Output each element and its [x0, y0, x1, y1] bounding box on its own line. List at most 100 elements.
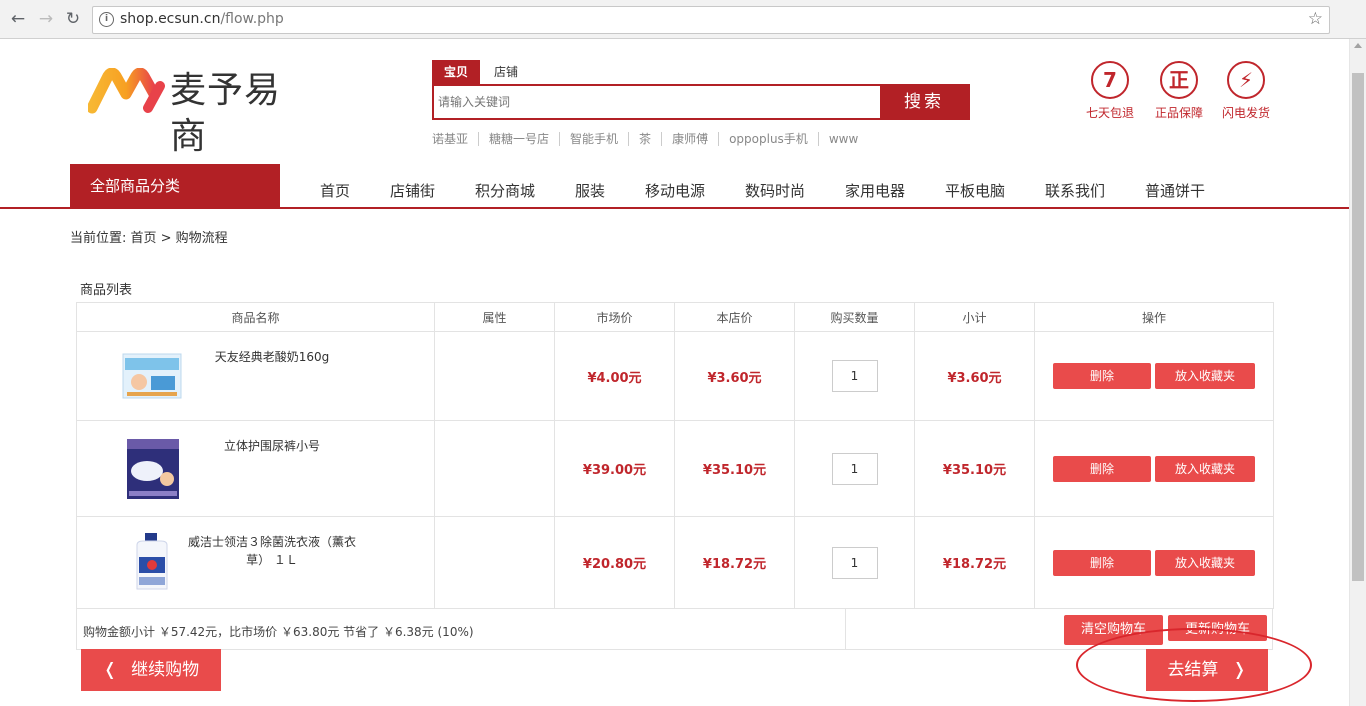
info-icon[interactable]: i [99, 12, 114, 27]
nav-item-contact[interactable]: 联系我们 [1045, 180, 1105, 201]
market-price: ¥4.00元 [554, 331, 675, 421]
breadcrumb: 当前位置: 首页 > 购物流程 [70, 231, 228, 246]
search-box: 搜索 [432, 84, 970, 120]
column-header: 市场价 [554, 302, 675, 332]
column-header: 小计 [914, 302, 1035, 332]
all-categories-button[interactable]: 全部商品分类 [70, 164, 280, 208]
logo-text: 麦予易商 [170, 70, 282, 157]
shop-price: ¥3.60元 [674, 331, 795, 421]
browser-toolbar: ← → ↻ i shop.ecsun.cn/flow.php ☆ [0, 0, 1366, 39]
product-image-yogurt[interactable] [121, 346, 185, 406]
feature-seven-day-return: 7 七天包退 [1080, 61, 1140, 121]
product-name[interactable]: 威洁士领洁３除菌洗衣液（薰衣草） １Ｌ [187, 533, 357, 569]
quantity-input[interactable]: 1 [831, 452, 878, 485]
nav-item-points-mall[interactable]: 积分商城 [475, 180, 535, 201]
address-bar[interactable]: i shop.ecsun.cn/flow.php ☆ [92, 6, 1330, 34]
quantity-cell: 1 [794, 420, 915, 517]
scroll-up-icon[interactable] [1354, 43, 1362, 48]
table-row: 天友经典老酸奶160g ¥4.00元 ¥3.60元 1 ¥3.60元 删除 放入收… [76, 331, 1274, 421]
checkout-button[interactable]: 去结算 ❭ [1146, 649, 1268, 691]
quantity-input[interactable]: 1 [831, 360, 878, 392]
nav-item-digital[interactable]: 数码时尚 [745, 180, 805, 201]
genuine-icon: 正 [1160, 61, 1198, 99]
product-cell: 天友经典老酸奶160g [76, 331, 435, 421]
product-image-detergent[interactable] [121, 531, 185, 591]
seven-day-icon: 7 [1091, 61, 1129, 99]
reload-icon[interactable]: ↻ [63, 9, 83, 29]
nav-item-power-bank[interactable]: 移动电源 [645, 180, 705, 201]
forward-icon[interactable]: → [36, 9, 56, 29]
scrollbar[interactable] [1349, 39, 1366, 706]
cart-table: 商品名称 属性 市场价 本店价 购买数量 小计 操作 天友经典老酸奶160g ¥… [76, 302, 1274, 609]
nav-item-clothing[interactable]: 服装 [575, 180, 605, 201]
url-text[interactable]: shop.ecsun.cn/flow.php [120, 11, 284, 27]
nav-item-appliances[interactable]: 家用电器 [845, 180, 905, 201]
attr-cell [434, 331, 555, 421]
quantity-cell: 1 [794, 331, 915, 421]
hot-keyword[interactable]: 康师傅 [662, 132, 720, 146]
table-row: 威洁士领洁３除菌洗衣液（薰衣草） １Ｌ ¥20.80元 ¥18.72元 1 ¥1… [76, 516, 1274, 609]
nav-item-home[interactable]: 首页 [320, 180, 350, 201]
delete-button[interactable]: 删除 [1053, 455, 1151, 482]
search-button[interactable]: 搜索 [880, 86, 968, 118]
delete-button[interactable]: 删除 [1053, 549, 1151, 576]
table-row: 立体护围尿裤小号 ¥39.00元 ¥35.10元 1 ¥35.10元 删除 放入收… [76, 420, 1274, 517]
column-header: 操作 [1034, 302, 1274, 332]
scroll-thumb[interactable] [1352, 73, 1364, 581]
subtotal: ¥35.10元 [914, 420, 1035, 517]
quantity-cell: 1 [794, 516, 915, 609]
bookmark-star-icon[interactable]: ☆ [1308, 9, 1323, 29]
nav-item-biscuits[interactable]: 普通饼干 [1145, 180, 1205, 201]
nav-divider [0, 207, 1349, 209]
site-logo[interactable]: 麦予易商 [86, 67, 288, 157]
shop-price: ¥35.10元 [674, 420, 795, 517]
nav-item-tablets[interactable]: 平板电脑 [945, 180, 1005, 201]
product-cell: 威洁士领洁３除菌洗衣液（薰衣草） １Ｌ [76, 516, 435, 609]
column-header: 商品名称 [76, 302, 435, 332]
cart-title: 商品列表 [80, 283, 133, 298]
hot-keywords: 诺基亚 糖糖一号店 智能手机茶康师傅 oppoplus手机 www [432, 130, 868, 147]
product-name[interactable]: 立体护围尿裤小号 [187, 437, 357, 455]
column-header: 属性 [434, 302, 555, 332]
hot-keyword[interactable]: 茶 [629, 132, 663, 146]
hot-keyword[interactable]: 诺基亚 [432, 132, 480, 146]
clear-cart-button[interactable]: 清空购物车 [1064, 615, 1163, 645]
column-header: 购买数量 [794, 302, 915, 332]
actions-cell: 删除 放入收藏夹 [1034, 420, 1274, 517]
chevron-left-icon: ❬ [102, 660, 118, 680]
market-price: ¥20.80元 [554, 516, 675, 609]
add-to-favorites-button[interactable]: 放入收藏夹 [1155, 455, 1255, 482]
market-price: ¥39.00元 [554, 420, 675, 517]
summary-text: 购物金额小计 ￥57.42元，比市场价 ￥63.80元 节省了 ￥6.38元 (… [83, 625, 474, 639]
cart-summary: 购物金额小计 ￥57.42元，比市场价 ￥63.80元 节省了 ￥6.38元 (… [76, 608, 1273, 650]
product-image-diaper[interactable] [121, 435, 185, 499]
continue-shopping-button[interactable]: ❬ 继续购物 [81, 649, 221, 691]
search-tab-shops[interactable]: 店铺 [480, 60, 532, 84]
actions-cell: 删除 放入收藏夹 [1034, 516, 1274, 609]
hot-keyword[interactable]: www [819, 132, 868, 146]
search-tab-products[interactable]: 宝贝 [432, 60, 480, 84]
back-icon[interactable]: ← [8, 9, 28, 29]
attr-cell [434, 420, 555, 517]
add-to-favorites-button[interactable]: 放入收藏夹 [1155, 549, 1255, 576]
column-header: 本店价 [674, 302, 795, 332]
hot-keyword[interactable]: 智能手机 [560, 132, 630, 146]
summary-divider [845, 609, 846, 649]
delete-button[interactable]: 删除 [1053, 363, 1151, 389]
quantity-input[interactable]: 1 [831, 546, 878, 579]
attr-cell [434, 516, 555, 609]
search-input[interactable] [438, 88, 878, 116]
nav-item-shop-street[interactable]: 店铺街 [390, 180, 435, 201]
hot-keyword[interactable]: 糖糖一号店 [479, 132, 561, 146]
table-header: 商品名称 属性 市场价 本店价 购买数量 小计 操作 [76, 302, 1274, 332]
logo-mark-icon [86, 67, 165, 114]
product-name[interactable]: 天友经典老酸奶160g [187, 348, 357, 366]
add-to-favorites-button[interactable]: 放入收藏夹 [1155, 363, 1255, 389]
update-cart-button[interactable]: 更新购物车 [1168, 615, 1267, 641]
shop-price: ¥18.72元 [674, 516, 795, 609]
hot-keyword[interactable]: oppoplus手机 [719, 132, 819, 146]
lightning-icon: ⚡ [1227, 61, 1265, 99]
feature-genuine: 正 正品保障 [1149, 61, 1209, 121]
subtotal: ¥18.72元 [914, 516, 1035, 609]
subtotal: ¥3.60元 [914, 331, 1035, 421]
